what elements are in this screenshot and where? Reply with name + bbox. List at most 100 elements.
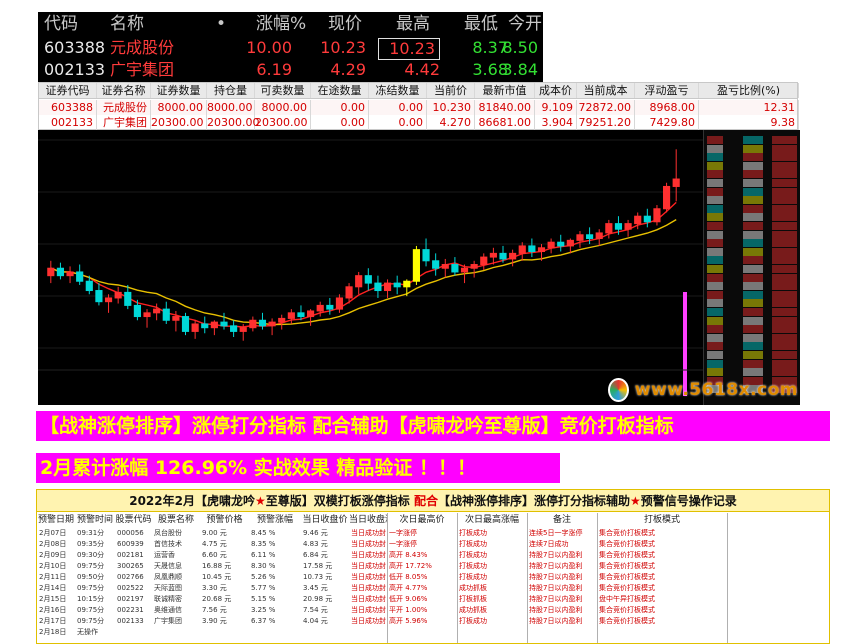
candle-body [528,245,536,253]
records-cell: 2月07日 [39,529,67,537]
quote-header-price: 现价 [328,14,362,34]
records-cell: 打板成功 [459,540,487,548]
records-col-header: 次日最高价 [399,515,445,525]
records-cell: 集合竞价打板模式 [599,529,655,537]
side-panel-line [707,170,797,179]
holdings-cell: 603388 [39,100,97,115]
candle-body [451,264,459,273]
quote-name: 元成股份 [110,38,175,57]
candle-body [172,316,180,321]
records-title-part: 配合 [409,494,438,508]
candle-body [499,252,507,260]
records-cell [351,627,386,637]
records-cell: 4.04 元 [303,617,328,625]
holdings-cell: 广宇集团 [97,115,151,130]
records-cell: 凤台股份 [154,529,182,537]
holdings-col-header[interactable]: 盈亏比例(%) [699,83,799,98]
candle-body [326,304,334,310]
records-cell: 6.60 元 [202,551,227,559]
records-title-part: 至尊版】双模打板涨停指标 [265,494,410,508]
holdings-cell: 20300.00 [255,115,311,130]
holdings-col-header[interactable]: 证券数量 [151,83,207,98]
candle-body [662,185,671,210]
candle-body [412,249,420,282]
records-cell: 2月08日 [39,540,67,548]
quote-header-change: 涨幅% [256,14,307,34]
records-cell: 持股7日以内盈利 [529,562,583,570]
candle-body [133,304,141,318]
records-cell: 5.26 % [251,573,276,581]
records-cell: 当日成功封板 [351,595,386,603]
side-panel-line [707,213,797,222]
records-cell: 低开 9.06% [389,595,428,603]
holdings-col-header[interactable]: 证券代码 [39,83,97,98]
side-panel-line [707,359,797,368]
holdings-col-header[interactable]: 持仓量 [207,83,255,98]
candle-body [210,321,218,329]
holdings-col-header[interactable]: 当前成本 [577,83,635,98]
records-cell: 002181 [117,551,144,559]
records-cell: 打板成功 [459,617,487,625]
side-panel-line [707,333,797,342]
side-panel-line [707,247,797,256]
records-cell: 集合竞价打板模式 [599,606,655,614]
records-cell: 002133 [117,617,144,625]
records-cell: 09:35分 [77,540,105,548]
records-cell: 集合竞价打板模式 [599,540,655,548]
holdings-col-header[interactable]: 当前价 [427,83,475,98]
holdings-col-header[interactable]: 浮动盈亏 [635,83,699,98]
candle-body [403,280,411,288]
side-panel-line [707,179,797,187]
candle-body [672,178,680,187]
records-cell: 4.75 元 [202,540,227,548]
quote-code: 603388 [44,38,106,57]
holdings-cell: 79251.20 [577,115,635,130]
records-cell: 16.88 元 [202,562,232,570]
candlestick-chart[interactable] [38,130,800,405]
holdings-table: 证券代码 证券名称 证券数量 持仓量 可卖数量 在途数量 冻结数量 当前价 最新市值 成本价 当前成… [38,82,799,130]
candle-body [191,323,199,332]
quote-row-002133[interactable]: 002133 广宇集团 6.19 4.29 4.42 3.68 3.84 [38,60,543,80]
records-cell: 打板成功 [459,562,487,570]
holdings-col-header[interactable]: 冻结数量 [369,83,427,98]
holdings-col-header[interactable]: 在途数量 [311,83,369,98]
records-cell [459,627,526,637]
holdings-row[interactable]: 603388 元成股份 8000.00 8000.00 8000.00 0.00 0.00 1… [39,100,799,115]
records-cell: 09:75分 [77,584,105,592]
holdings-cell: 元成股份 [97,100,151,115]
records-cell: 天际蓝图 [154,584,182,592]
side-panel-line [707,290,797,299]
holdings-col-header[interactable]: 最新市值 [475,83,535,98]
records-cell [154,627,199,637]
holdings-col-header[interactable]: 可卖数量 [255,83,311,98]
records-cell: 8.30 % [251,562,276,570]
records-cell: 平开 1.00% [389,606,428,614]
candle-body [643,215,651,223]
records-cell [251,627,300,637]
holdings-col-header[interactable]: 成本价 [535,83,577,98]
candle-body [95,290,103,303]
candle-body [634,215,642,225]
side-panel-line [707,265,797,273]
records-cell: 奥维通信 [154,606,182,614]
holdings-cell: 0.00 [311,115,369,130]
candle-body [201,323,209,329]
holdings-col-header[interactable]: 证券名称 [97,83,151,98]
side-panel-line [707,299,797,308]
records-cell: 002766 [117,573,144,581]
records-cell: 当日成功封板 [351,606,386,614]
quote-header-low: 最低 [464,14,498,34]
star-icon: ★ [254,494,266,508]
promo-banner-line1: 【战神涨停排序】涨停打分指标 配合辅助【虎啸龙吟至尊版】竞价打板指标 [36,411,830,441]
records-cell: 高开 8.43% [389,551,428,559]
holdings-cell: 002133 [39,115,97,130]
holdings-cell: 10.230 [427,100,475,115]
records-cell: 当日成功封板 [351,573,386,581]
records-row: 2月18日 无操作 [37,627,829,637]
candle-body [230,325,238,332]
kline-plot[interactable] [38,130,703,405]
holdings-row[interactable]: 002133 广宇集团 20300.00 20300.00 20300.00 0.00 0.… [39,115,799,130]
records-cell: 9.46 元 [303,529,328,537]
quote-price: 4.29 [330,60,366,79]
quote-row-603388[interactable]: 603388 元成股份 10.00 10.23 10.23 8.37 8.50 [38,38,543,60]
